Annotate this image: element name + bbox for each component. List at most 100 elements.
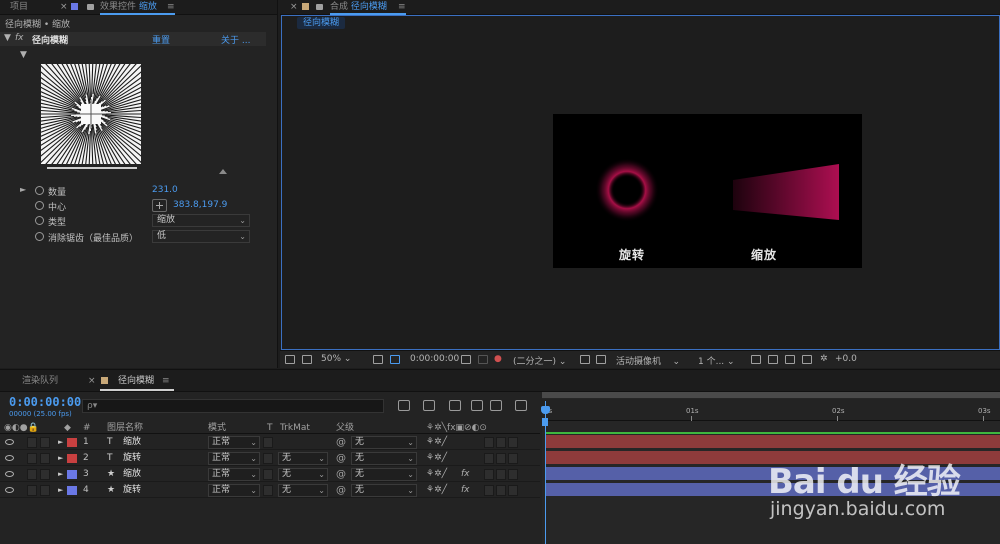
timeline-timecode[interactable]: 0:00:00:00 <box>9 395 81 409</box>
column-layer-name[interactable]: 图层名称 <box>107 422 143 434</box>
eye-icon[interactable] <box>5 487 14 493</box>
column-parent[interactable]: 父级 <box>336 422 354 434</box>
grid-icon[interactable] <box>390 355 400 364</box>
motion-blur-icon[interactable] <box>490 400 502 411</box>
region-icon[interactable] <box>580 355 590 364</box>
audio-toggle[interactable] <box>27 469 37 480</box>
column-mode[interactable]: 模式 <box>208 422 226 434</box>
layer-name[interactable]: 缩放 <box>123 468 141 481</box>
preserve-transparency-toggle[interactable] <box>263 485 273 496</box>
layer-row[interactable]: ► 4 ★ 旋转 正常 ⌄ 无 ⌄ @ 无 ⌄ ⚘✲╱ fx <box>0 483 540 498</box>
work-area-bar[interactable] <box>542 392 1000 398</box>
layout-icon[interactable] <box>751 355 761 364</box>
motion-blur-toggle[interactable] <box>484 437 494 448</box>
trkmat-dropdown[interactable]: 无 ⌄ <box>278 484 328 497</box>
color-channels-icon[interactable]: ● <box>494 354 502 364</box>
layer-label-color[interactable] <box>67 470 77 479</box>
pickwhip-icon[interactable]: @ <box>336 453 346 464</box>
fit-icon[interactable] <box>373 355 383 364</box>
about-button[interactable]: 关于 ... <box>221 33 250 46</box>
audio-toggle[interactable] <box>27 437 37 448</box>
fast-preview-icon[interactable] <box>802 355 812 364</box>
preserve-transparency-toggle[interactable] <box>263 453 273 464</box>
views-dropdown[interactable]: 1 个... ⌄ <box>698 354 735 367</box>
stopwatch-icon[interactable] <box>35 201 44 210</box>
center-value[interactable]: 383.8,197.9 <box>173 200 227 210</box>
playhead-handle[interactable] <box>541 406 550 414</box>
close-icon[interactable]: × <box>60 1 68 14</box>
monitor-icon[interactable] <box>302 355 312 364</box>
stopwatch-icon[interactable] <box>35 232 44 241</box>
3d-layer-toggle[interactable] <box>508 437 518 448</box>
panel-menu-icon[interactable]: ≡ <box>162 375 170 388</box>
solo-toggle[interactable] <box>40 485 50 496</box>
layer-mode-dropdown[interactable]: 正常 ⌄ <box>208 484 260 497</box>
av-features-icon[interactable]: ◉◐●🔒 <box>4 422 39 434</box>
always-preview-icon[interactable] <box>285 355 295 364</box>
layer-duration-bar[interactable] <box>546 435 1000 448</box>
parent-dropdown[interactable]: 无 ⌄ <box>351 452 417 465</box>
layer-label-color[interactable] <box>67 454 77 463</box>
motion-blur-toggle[interactable] <box>484 485 494 496</box>
playhead-marker[interactable] <box>542 418 548 426</box>
zoom-dropdown[interactable]: 50% ⌄ <box>321 354 351 364</box>
fx-icon[interactable]: fx <box>15 33 24 43</box>
pickwhip-icon[interactable]: @ <box>336 437 346 448</box>
audio-toggle[interactable] <box>27 453 37 464</box>
collapse-triangle-icon[interactable]: ▼ <box>4 33 11 43</box>
switch-icons[interactable]: ⚘✲╱ <box>426 484 447 497</box>
layer-mode-dropdown[interactable]: 正常 ⌄ <box>208 468 260 481</box>
tab-timeline-comp[interactable]: 径向模糊 <box>118 375 154 388</box>
expand-triangle-icon[interactable]: ► <box>20 185 26 194</box>
3d-layer-toggle[interactable] <box>508 469 518 480</box>
lock-icon[interactable] <box>87 1 94 14</box>
3d-layer-toggle[interactable] <box>508 453 518 464</box>
preview-collapse-icon[interactable]: ▼ <box>20 50 27 60</box>
exposure-value[interactable]: +0.0 <box>835 354 857 364</box>
layer-mode-dropdown[interactable]: 正常 ⌄ <box>208 436 260 449</box>
layer-label-color[interactable] <box>67 486 77 495</box>
adjustment-toggle[interactable] <box>496 437 506 448</box>
parent-dropdown[interactable]: 无 ⌄ <box>351 436 417 449</box>
camera-dropdown[interactable]: 活动摄像机 ⌄ <box>616 354 680 367</box>
layer-label-color[interactable] <box>67 438 77 447</box>
camera-snapshot-icon[interactable] <box>461 355 471 364</box>
adjustment-toggle[interactable] <box>496 485 506 496</box>
antialias-dropdown[interactable]: 低 ⌄ <box>152 230 250 243</box>
show-snapshot-icon[interactable] <box>478 355 488 364</box>
expand-triangle-icon[interactable]: ► <box>58 452 63 465</box>
solo-toggle[interactable] <box>40 469 50 480</box>
eye-icon[interactable] <box>5 439 14 445</box>
comp-navigator-chip[interactable]: 径向模糊 <box>297 17 346 29</box>
stopwatch-icon[interactable] <box>35 216 44 225</box>
frame-blending-icon[interactable] <box>471 400 483 411</box>
switch-icons[interactable]: ⚘✲╱ <box>426 436 447 449</box>
audio-toggle[interactable] <box>27 485 37 496</box>
motion-blur-toggle[interactable] <box>484 453 494 464</box>
type-dropdown[interactable]: 缩放 ⌄ <box>152 214 250 227</box>
switch-icons[interactable]: ⚘✲╱ <box>426 452 447 465</box>
lock-icon[interactable] <box>316 1 323 14</box>
layer-mode-dropdown[interactable]: 正常 ⌄ <box>208 452 260 465</box>
switch-icons[interactable]: ⚘✲╱ <box>426 468 447 481</box>
eye-icon[interactable] <box>5 471 14 477</box>
expand-triangle-icon[interactable]: ► <box>58 436 63 449</box>
composition-canvas[interactable]: 旋转 缩放 <box>553 114 862 268</box>
fx-icon[interactable]: fx <box>461 484 470 497</box>
pickwhip-icon[interactable]: @ <box>336 485 346 496</box>
3d-layer-toggle[interactable] <box>508 485 518 496</box>
adjustment-toggle[interactable] <box>496 469 506 480</box>
transparency-grid-icon[interactable] <box>596 355 606 364</box>
exposure-icon[interactable]: ✲ <box>820 354 828 364</box>
reset-button[interactable]: 重置 <box>152 33 170 46</box>
close-icon[interactable]: × <box>290 1 298 14</box>
reset-exposure-icon[interactable] <box>768 355 778 364</box>
layer-name[interactable]: 旋转 <box>123 452 141 465</box>
adjustment-toggle[interactable] <box>496 453 506 464</box>
parent-dropdown[interactable]: 无 ⌄ <box>351 484 417 497</box>
preserve-transparency-toggle[interactable] <box>263 469 273 480</box>
stopwatch-icon[interactable] <box>35 186 44 195</box>
graph-editor-icon[interactable] <box>515 400 527 411</box>
draft-3d-icon[interactable] <box>423 400 435 411</box>
flowchart-icon[interactable] <box>785 355 795 364</box>
